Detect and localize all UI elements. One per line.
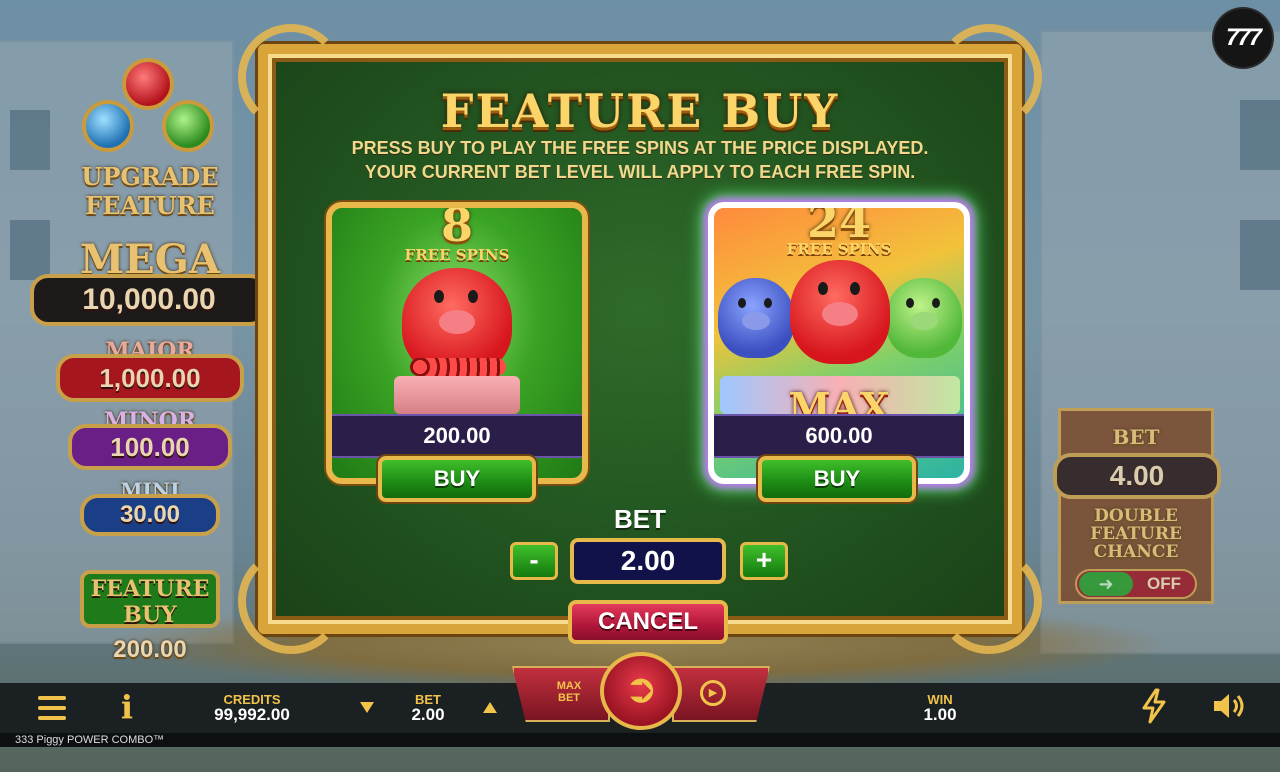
- pig-snout: [439, 310, 475, 334]
- side-bet-value: 4.00: [1053, 453, 1221, 499]
- mega-jackpot-value: 10,000.00: [30, 274, 268, 326]
- autoplay-icon: ▶: [700, 680, 726, 706]
- blue-pig-icon: [718, 278, 794, 358]
- side-feature-buy-price: 200.00: [113, 636, 187, 663]
- double-feature-chance-toggle[interactable]: ➜ OFF: [1075, 569, 1197, 599]
- cancel-button[interactable]: CANCEL: [568, 600, 728, 644]
- option-price: 600.00: [714, 414, 964, 458]
- red-gem-icon: [122, 58, 174, 110]
- green-gem-icon: [162, 100, 214, 152]
- upgrade-label-line2: FEATURE: [85, 191, 215, 220]
- double-feature-chance-panel: BET 4.00 DOUBLE FEATURE CHANCE ➜ OFF: [1053, 408, 1221, 604]
- info-icon[interactable]: i: [120, 691, 134, 723]
- modal-title: FEATURE BUY: [440, 84, 840, 138]
- ornament-bottom-right: [936, 548, 1042, 654]
- max-bet-label: MAX BET: [544, 680, 594, 704]
- toggle-knob-arrow-icon: ➜: [1079, 572, 1133, 596]
- bet-decrease-button[interactable]: -: [510, 542, 558, 580]
- feature-buy-modal: FEATURE BUY PRESS BUY TO PLAY THE FREE S…: [238, 24, 1042, 654]
- side-feature-buy-button[interactable]: FEATURE BUY: [80, 570, 220, 628]
- provider-logo: 777: [1214, 9, 1272, 67]
- upgrade-feature-label: UPGRADE FEATURE: [70, 162, 230, 220]
- pig-eye: [932, 298, 940, 308]
- turbo-lightning-icon[interactable]: [1140, 688, 1168, 724]
- pig-eye: [434, 290, 444, 303]
- free-spins-label: FREE SPINS: [786, 240, 892, 258]
- green-pig-icon: [886, 278, 962, 358]
- upgrade-feature-gems: [80, 56, 225, 161]
- buy-button-8-spins[interactable]: BUY: [378, 456, 536, 502]
- pig-eye: [906, 298, 914, 308]
- pig-snout: [822, 302, 858, 326]
- blue-gem-icon: [82, 100, 134, 152]
- dfc-line2: FEATURE: [1090, 524, 1182, 544]
- ornament-bottom-left: [238, 548, 344, 654]
- spin-button[interactable]: ➲: [600, 652, 682, 730]
- dfc-line1: DOUBLE: [1094, 506, 1178, 526]
- bet-up-arrow-icon[interactable]: [483, 702, 497, 713]
- credits-value: 99,992.00: [214, 705, 290, 724]
- sound-speaker-icon[interactable]: [1210, 690, 1250, 722]
- modal-description-line1: PRESS BUY TO PLAY THE FREE SPINS AT THE …: [351, 138, 929, 158]
- double-feature-chance-label: DOUBLE FEATURE CHANCE: [1061, 507, 1211, 561]
- red-gem-collar: [410, 358, 506, 376]
- modal-bet-label: BET: [614, 504, 666, 534]
- spin-arrow-icon: ➲: [624, 667, 658, 711]
- side-bet-label: BET: [1112, 425, 1160, 449]
- toggle-state-label: OFF: [1147, 574, 1181, 593]
- pig-eye: [850, 282, 860, 295]
- modal-bet-value: 2.00: [570, 538, 726, 584]
- minor-jackpot-value: 100.00: [68, 424, 232, 470]
- game-info-strip: [0, 733, 1280, 747]
- bet-value: 2.00: [411, 705, 445, 724]
- menu-icon[interactable]: [38, 696, 66, 720]
- pig-eye: [738, 298, 746, 308]
- free-spins-option-card[interactable]: 8 FREE SPINS 200.00: [326, 202, 588, 484]
- pig-eye: [468, 290, 478, 303]
- upgrade-label-line1: UPGRADE: [81, 162, 219, 191]
- pig-snout: [910, 312, 938, 330]
- dfc-line3: CHANCE: [1093, 542, 1179, 562]
- major-jackpot-value: 1,000.00: [56, 354, 244, 402]
- side-feature-buy-line2: BUY: [123, 602, 177, 628]
- modal-description-line2: YOUR CURRENT BET LEVEL WILL APPLY TO EAC…: [364, 162, 916, 182]
- pig-eye: [818, 282, 828, 295]
- pig-pedestal: [394, 376, 520, 414]
- max-bet-button[interactable]: MAX BET: [512, 666, 610, 722]
- game-name: 333 Piggy POWER COMBO™: [15, 734, 165, 746]
- bet-down-arrow-icon[interactable]: [360, 702, 374, 713]
- free-spins-label: FREE SPINS: [404, 246, 510, 264]
- max-bet-line2: BET: [558, 692, 580, 704]
- pig-eye: [764, 298, 772, 308]
- side-feature-buy-line1: FEATURE: [90, 576, 210, 602]
- autoplay-button[interactable]: ▶: [672, 666, 770, 722]
- mini-jackpot-value: 30.00: [80, 494, 220, 536]
- free-spins-max-option-card[interactable]: 24 FREE SPINS MAX 600.00: [708, 202, 970, 484]
- red-pig-icon: [790, 260, 890, 364]
- buy-button-24-spins[interactable]: BUY: [758, 456, 916, 502]
- pig-snout: [742, 312, 770, 330]
- free-spins-count: 8: [440, 202, 473, 252]
- win-value: 1.00: [923, 705, 957, 724]
- option-price: 200.00: [332, 414, 582, 458]
- max-bet-line1: MAX: [556, 680, 582, 692]
- bet-increase-button[interactable]: +: [740, 542, 788, 580]
